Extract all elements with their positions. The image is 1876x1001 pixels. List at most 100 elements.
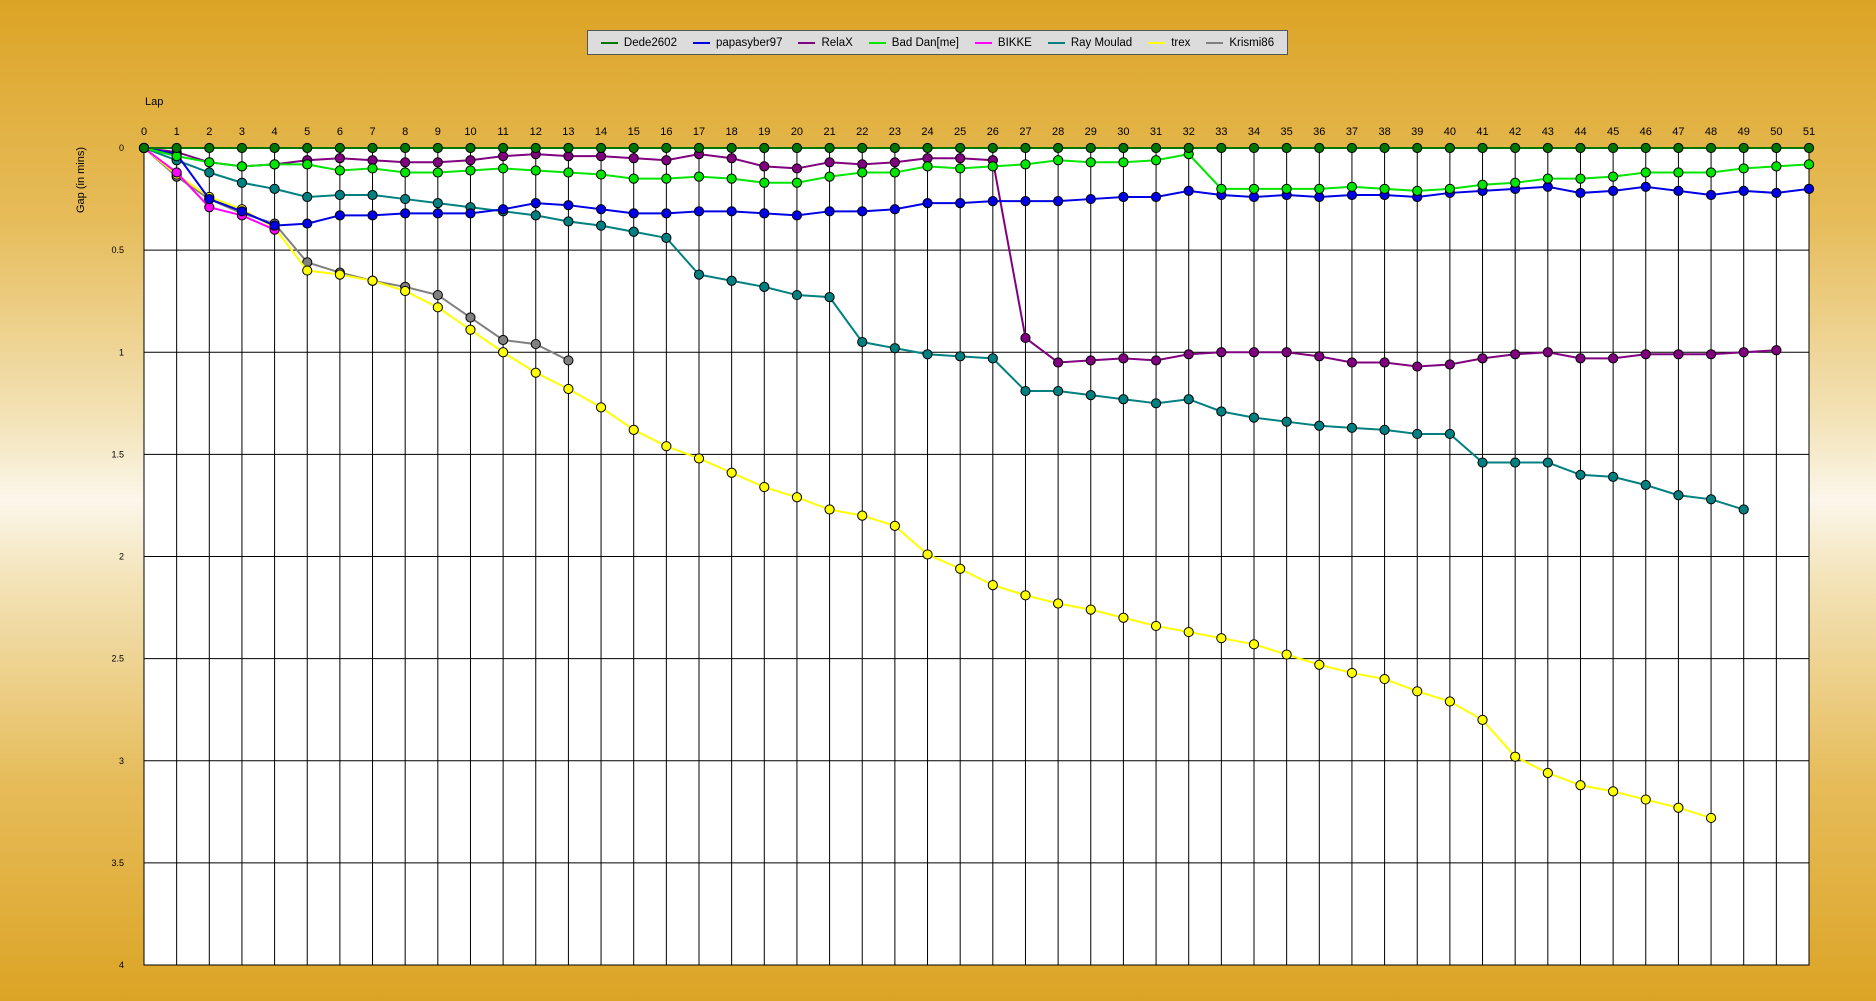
data-point [1575, 187, 1586, 199]
data-point [1738, 163, 1749, 174]
data-point [530, 165, 541, 176]
data-point [759, 281, 770, 292]
data-point [889, 167, 900, 178]
x-tick-label: 13 [562, 126, 574, 138]
x-tick-label: 49 [1738, 126, 1750, 138]
data-point [824, 504, 835, 515]
data-point [1053, 357, 1064, 368]
data-point [726, 142, 737, 154]
data-point [1608, 471, 1619, 482]
data-point [857, 510, 868, 521]
data-point [1510, 751, 1521, 762]
x-tick-label: 1 [174, 126, 180, 138]
data-point [759, 161, 770, 172]
data-point [726, 173, 737, 184]
data-point [1248, 183, 1260, 194]
data-point [1118, 394, 1129, 405]
data-point [1085, 193, 1096, 205]
data-point [269, 159, 280, 170]
data-point [236, 206, 248, 217]
data-point [432, 167, 443, 178]
data-point [334, 153, 345, 164]
data-point [1346, 142, 1358, 154]
data-point [661, 155, 672, 166]
data-point [628, 173, 639, 184]
data-point [302, 218, 313, 229]
x-tick-label: 8 [402, 126, 408, 138]
data-point [1640, 181, 1651, 192]
data-point [1705, 494, 1717, 505]
data-point [726, 467, 737, 478]
x-tick-label: 3 [239, 126, 245, 138]
data-point [1020, 332, 1031, 344]
x-tick-labels: 0 1 2 3 4 5 6 7 8 9 10 11 12 13 14 15 16 17 18 19 20 21 22 23 24… [141, 126, 1815, 138]
data-point [595, 402, 607, 413]
data-point [465, 142, 476, 154]
y-tick-label: 1.5 [111, 449, 124, 459]
data-point [1118, 142, 1129, 154]
data-point [204, 157, 215, 168]
data-point [1150, 155, 1162, 166]
data-point [922, 349, 933, 360]
data-point [857, 167, 868, 178]
data-point [791, 163, 803, 174]
data-point [1575, 469, 1586, 480]
data-point [1575, 353, 1586, 364]
data-point [432, 289, 443, 301]
data-point [1379, 142, 1390, 154]
data-point [1150, 142, 1162, 154]
data-point [1575, 142, 1586, 154]
data-point [1216, 633, 1227, 644]
data-point [1183, 349, 1194, 360]
data-point [400, 167, 411, 178]
y-tick-label: 1 [119, 347, 124, 357]
data-point [1705, 189, 1717, 201]
data-point [1608, 353, 1619, 364]
data-point [498, 204, 509, 215]
y-tick-label: 2.5 [111, 654, 124, 664]
x-tick-label: 36 [1313, 126, 1325, 138]
x-tick-label: 7 [369, 126, 375, 138]
data-point [1248, 347, 1260, 358]
data-point [955, 153, 966, 164]
data-point [204, 142, 215, 154]
data-point [1542, 173, 1553, 184]
data-point [693, 171, 705, 182]
data-point [498, 163, 509, 174]
data-point [1085, 355, 1096, 366]
data-point [1346, 181, 1358, 192]
data-point [824, 171, 835, 182]
data-point [987, 353, 998, 364]
x-tick-label: 31 [1150, 126, 1162, 138]
x-tick-label: 45 [1607, 126, 1619, 138]
data-point [1705, 349, 1717, 360]
x-tick-label: 23 [889, 126, 901, 138]
data-point [726, 206, 737, 217]
data-point [334, 142, 345, 154]
data-point [138, 142, 150, 154]
data-point [1314, 659, 1325, 670]
data-point [595, 169, 607, 180]
y-tick-labels: 0 0.5 1 1.5 2 2.5 3 3.5 4 [111, 143, 124, 970]
data-point [791, 492, 803, 503]
data-point [987, 196, 998, 207]
x-tick-label: 46 [1640, 126, 1652, 138]
data-point [987, 142, 998, 154]
data-point [563, 142, 574, 154]
data-point [334, 189, 345, 201]
data-point [530, 142, 541, 154]
y-tick-label: 0 [119, 143, 124, 153]
data-point [465, 208, 476, 219]
y-tick-label: 0.5 [111, 245, 124, 255]
data-point [1673, 142, 1684, 154]
data-point [1314, 420, 1325, 431]
data-point [1542, 347, 1553, 358]
data-point [367, 275, 378, 286]
data-point [1738, 504, 1749, 515]
data-point [791, 177, 803, 188]
data-point [595, 142, 607, 154]
y-tick-label: 3 [119, 756, 124, 766]
data-point [1477, 142, 1488, 154]
data-point [465, 324, 476, 335]
data-point [955, 351, 966, 362]
